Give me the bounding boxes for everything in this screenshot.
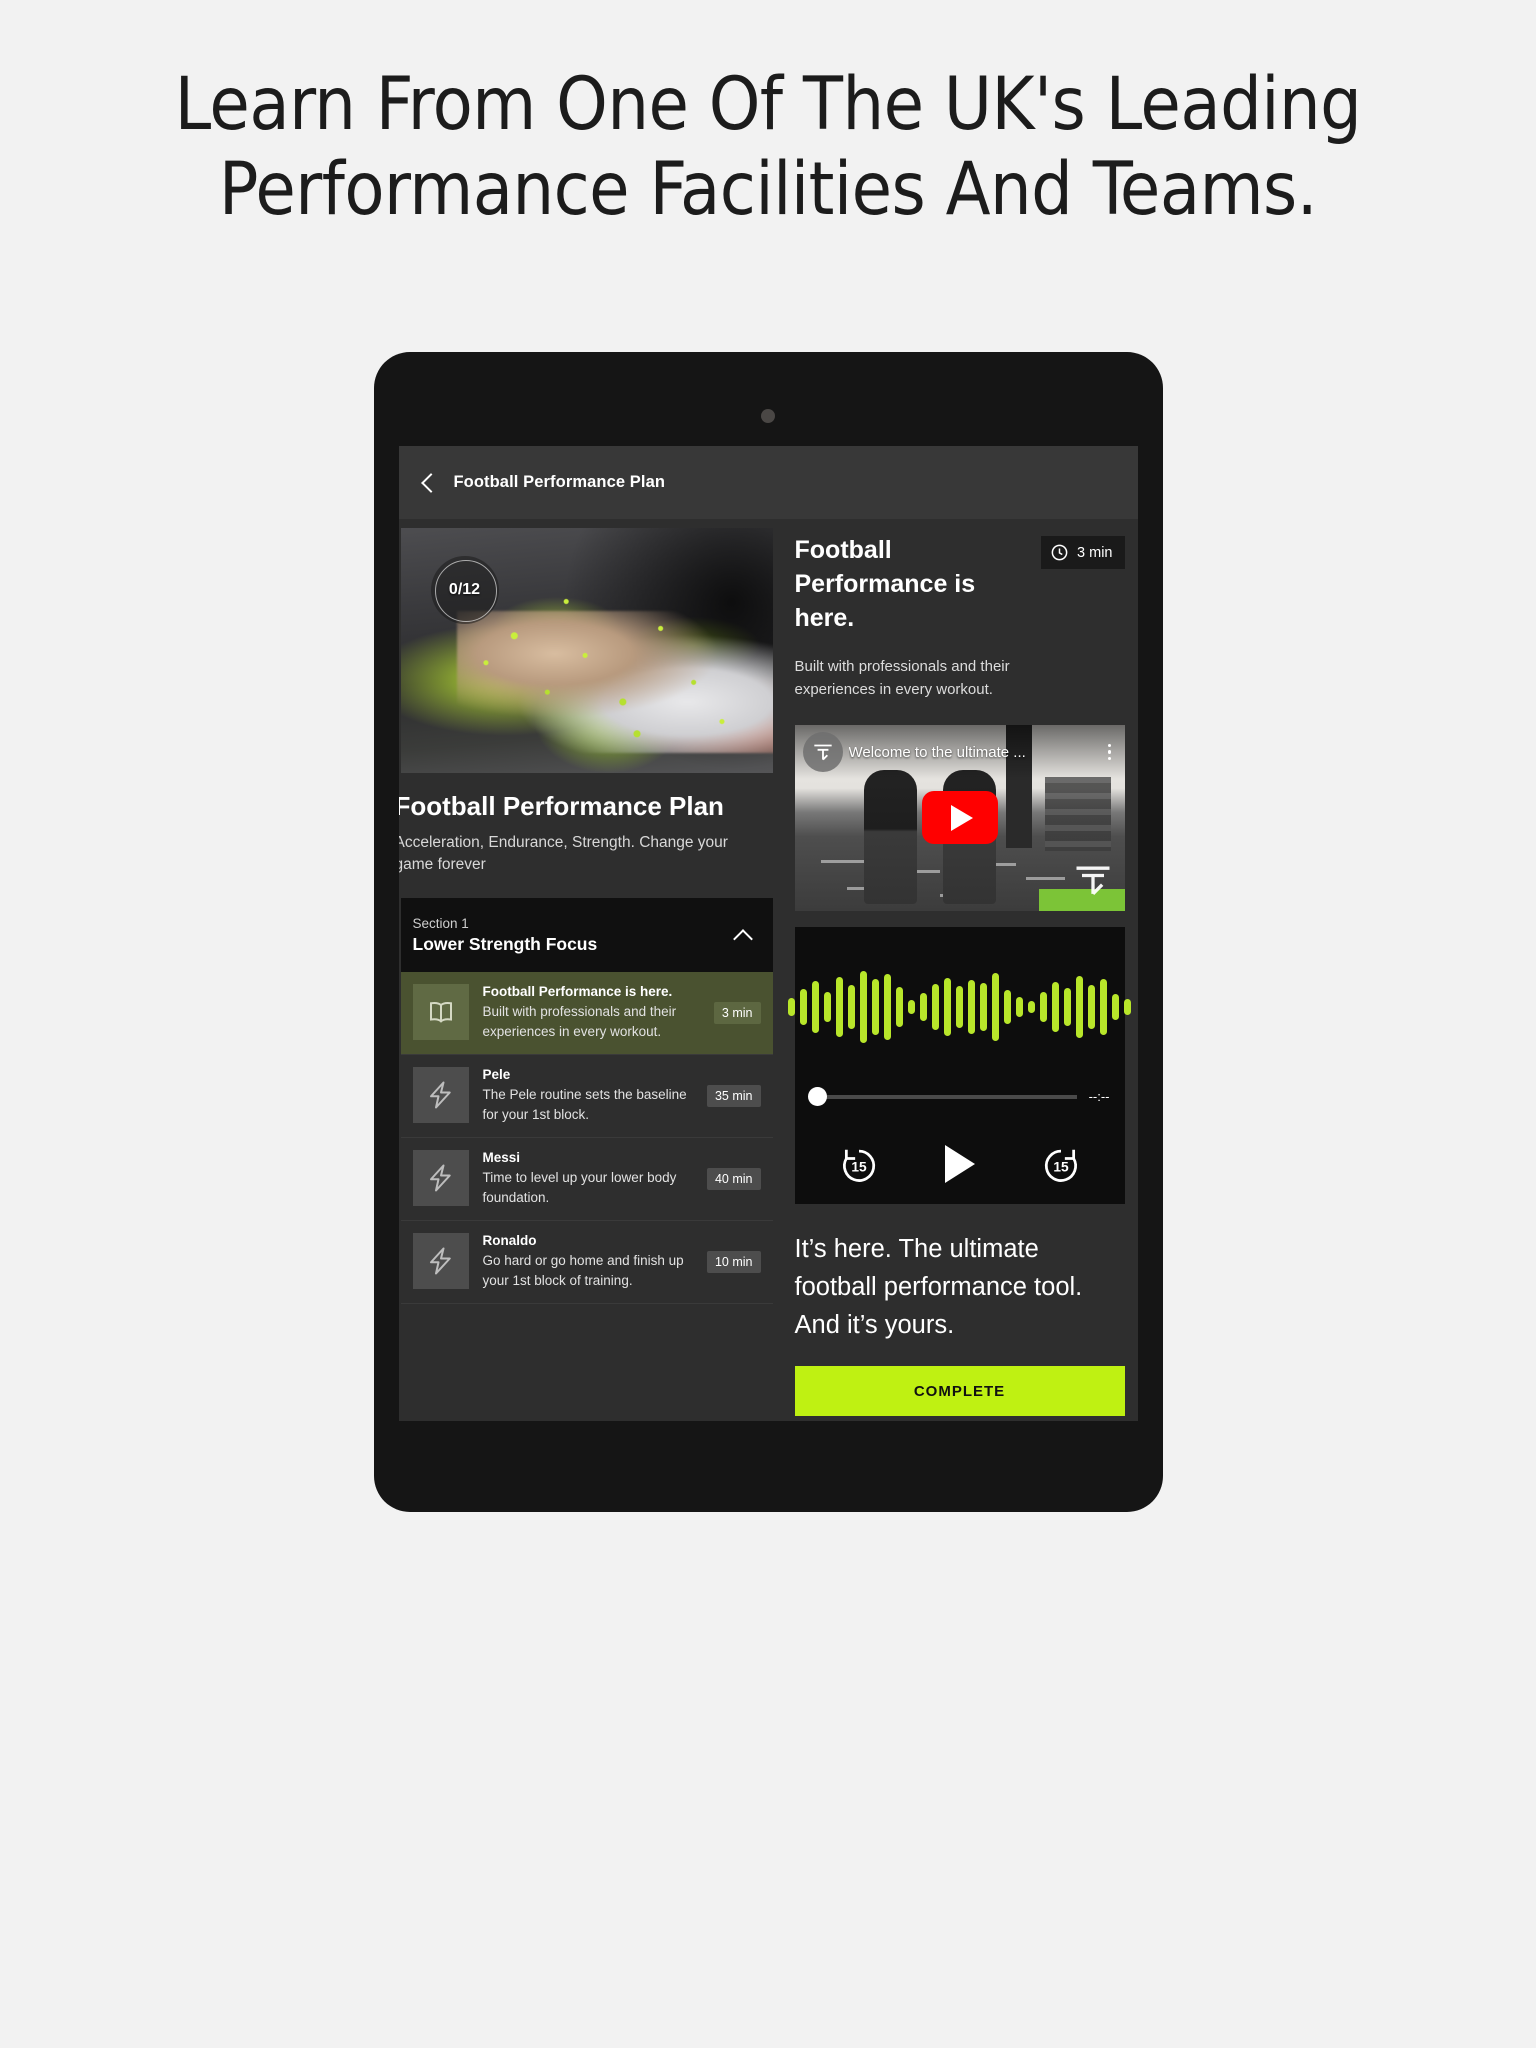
video-person-left	[863, 769, 917, 904]
chevron-left-icon[interactable]	[418, 472, 440, 494]
waveform-bar	[1087, 985, 1096, 1029]
waveform-bar	[835, 977, 844, 1037]
course-outline-panel: 0/12 Football Performance Plan Accelerat…	[398, 519, 773, 1421]
waveform-bar	[823, 992, 832, 1022]
complete-button[interactable]: COMPLETE	[794, 1366, 1125, 1416]
waveform-bar	[1051, 982, 1060, 1032]
app-header: Football Performance Plan	[398, 446, 1138, 519]
waveform-bar	[1111, 994, 1120, 1020]
list-item-desc: The Pele routine sets the baseline for y…	[482, 1087, 687, 1122]
waveform-bar	[799, 989, 808, 1025]
lesson-detail-title: Football Performance is here.	[794, 536, 976, 632]
list-item[interactable]: Messi Time to level up your lower body f…	[400, 1138, 773, 1221]
waveform-bar	[1027, 1001, 1036, 1013]
waveform-bar	[1039, 992, 1048, 1022]
waveform-bar	[1099, 979, 1108, 1035]
course-title: Football Performance Plan	[398, 791, 724, 821]
list-item[interactable]: Ronaldo Go hard or go home and finish up…	[400, 1221, 773, 1304]
tablet-frame: Football Performance Plan 0/12 Football …	[373, 352, 1163, 1512]
titan-performance-watermark-icon	[1076, 866, 1109, 896]
section-header[interactable]: Section 1 Lower Strength Focus	[400, 898, 773, 972]
book-icon	[412, 984, 469, 1040]
waveform-bar	[883, 974, 892, 1040]
progress-ring[interactable]: 0/12	[430, 556, 499, 624]
clock-icon	[1051, 544, 1068, 561]
waveform-bar	[943, 978, 952, 1036]
forward-15-icon: 15	[1044, 1149, 1077, 1182]
waveform-bar	[895, 987, 904, 1027]
audio-seek-knob[interactable]	[807, 1087, 827, 1106]
waveform-bar	[871, 979, 880, 1035]
youtube-play-icon[interactable]	[921, 791, 998, 844]
waveform-bar	[1063, 988, 1072, 1026]
waveform-bar	[1015, 997, 1024, 1017]
waveform-bar	[847, 985, 856, 1029]
list-item-duration: 35 min	[706, 1085, 761, 1107]
waveform-bar	[787, 998, 796, 1016]
svg-text:15: 15	[851, 1159, 867, 1174]
progress-label: 0/12	[448, 581, 481, 598]
lesson-final-copy: It’s here. The ultimate football perform…	[794, 1235, 1083, 1339]
titan-performance-logo-icon[interactable]	[802, 732, 843, 772]
play-icon[interactable]	[944, 1145, 975, 1183]
replay-15-icon: 15	[842, 1149, 875, 1182]
svg-text:15: 15	[1053, 1159, 1069, 1174]
audio-seek-row: --:--	[807, 1087, 1110, 1106]
lesson-detail-panel: Football Performance is here. 3 min Buil…	[772, 519, 1138, 1421]
app-screen: Football Performance Plan 0/12 Football …	[398, 446, 1138, 1421]
audio-waveform	[787, 967, 1132, 1047]
audio-elapsed-time: --:--	[1088, 1089, 1110, 1104]
kebab-menu-icon[interactable]	[1101, 743, 1119, 761]
course-subtitle: Acceleration, Endurance, Strength. Chang…	[398, 834, 728, 873]
section-name: Lower Strength Focus	[412, 933, 598, 954]
youtube-embed[interactable]: Welcome to the ultimate ...	[794, 725, 1125, 911]
lightning-icon	[412, 1067, 469, 1123]
camera-icon	[761, 409, 775, 423]
page-title: Learn From One Of The UK's Leading Perfo…	[174, 62, 1362, 232]
waveform-bar	[1123, 999, 1132, 1015]
audio-seek-slider[interactable]	[807, 1087, 1077, 1106]
waveform-bar	[907, 1000, 916, 1014]
list-item-title: Pele	[482, 1067, 511, 1082]
waveform-bar	[859, 971, 868, 1043]
youtube-video-title[interactable]: Welcome to the ultimate ...	[849, 744, 1101, 761]
waveform-bar	[955, 986, 964, 1028]
list-item[interactable]: Pele The Pele routine sets the baseline …	[400, 1055, 773, 1138]
list-item-desc: Go hard or go home and finish up your 1s…	[482, 1253, 684, 1288]
youtube-title-bar: Welcome to the ultimate ...	[794, 725, 1125, 779]
list-item-title: Football Performance is here.	[482, 984, 673, 999]
list-item[interactable]: Football Performance is here. Built with…	[400, 972, 773, 1055]
audio-transport-controls: 15 15	[837, 1142, 1083, 1186]
lightning-icon	[412, 1150, 469, 1206]
waveform-bar	[1003, 990, 1012, 1024]
list-item-duration: 40 min	[706, 1168, 761, 1190]
list-item-title: Messi	[482, 1150, 521, 1165]
section-number: Section 1	[412, 915, 469, 931]
status-badge: 3 min	[1041, 536, 1125, 569]
waveform-bar	[931, 984, 940, 1030]
waveform-bar	[811, 981, 820, 1033]
duration-label: 3 min	[1077, 544, 1113, 561]
lesson-detail-header: Football Performance is here. 3 min	[795, 533, 1125, 635]
course-hero-image: 0/12	[400, 528, 773, 773]
lesson-detail-blurb: Built with professionals and their exper…	[794, 658, 1010, 698]
list-item-duration: 3 min	[713, 1002, 761, 1024]
waveform-bar	[967, 980, 976, 1034]
waveform-bar	[979, 983, 988, 1031]
waveform-bar	[919, 993, 928, 1021]
list-item-desc: Time to level up your lower body foundat…	[482, 1170, 677, 1205]
waveform-bar	[1075, 976, 1084, 1038]
audio-player: --:-- 15 15	[787, 927, 1132, 1204]
list-item-title: Ronaldo	[482, 1233, 537, 1248]
waveform-bar	[991, 973, 1000, 1041]
list-item-desc: Built with professionals and their exper…	[482, 1004, 677, 1039]
tablet-mockup: Football Performance Plan 0/12 Football …	[0, 352, 1536, 1512]
lightning-icon	[412, 1233, 469, 1289]
list-item-duration: 10 min	[706, 1251, 761, 1273]
app-header-title: Football Performance Plan	[453, 473, 666, 491]
chevron-up-icon[interactable]	[733, 925, 753, 945]
content-split: 0/12 Football Performance Plan Accelerat…	[398, 519, 1138, 1421]
